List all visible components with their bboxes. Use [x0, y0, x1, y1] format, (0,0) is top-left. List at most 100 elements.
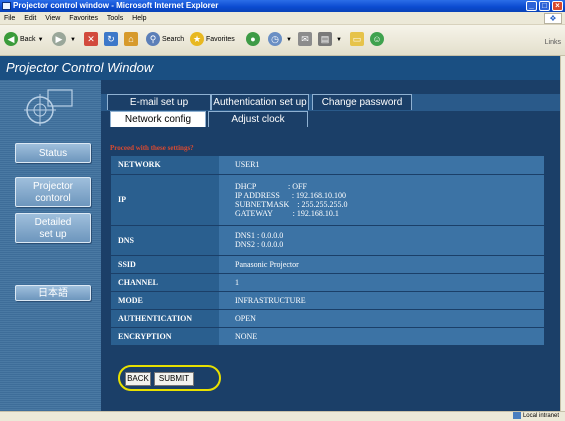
messenger-icon: ☺: [370, 32, 384, 47]
settings-value: NONE: [219, 327, 544, 346]
page-title: Projector Control Window: [6, 60, 154, 75]
page-header: Projector Control Window: [0, 56, 560, 80]
tab-change-password[interactable]: Change password: [312, 94, 412, 110]
settings-table: NETWORK USER1 IP DHCP : OFF IP ADDRESS : 192…: [111, 156, 544, 346]
folder-button[interactable]: ▭: [350, 31, 366, 49]
settings-value: DHCP : OFF IP ADDRESS : 192.168.10.100 SUB…: [219, 174, 544, 226]
tab-email-setup[interactable]: E-mail set up: [107, 94, 211, 110]
refresh-icon: ↻: [104, 32, 118, 47]
settings-key: SSID: [111, 255, 219, 274]
settings-key: AUTHENTICATION: [111, 309, 219, 328]
settings-value: INFRASTRUCTURE: [219, 291, 544, 310]
submit-button[interactable]: SUBMIT: [154, 372, 194, 386]
settings-row: DNS DNS1 : 0.0.0.0 DNS2 : 0.0.0.0: [111, 225, 544, 256]
settings-key: NETWORK: [111, 156, 219, 175]
settings-key: ENCRYPTION: [111, 327, 219, 346]
print-button[interactable]: ▤ ▼: [318, 31, 342, 49]
folder-icon: ▭: [350, 32, 364, 47]
favorites-button[interactable]: ★ Favorites: [190, 31, 235, 49]
menu-tools[interactable]: Tools: [107, 15, 123, 22]
settings-row: ENCRYPTION NONE: [111, 327, 544, 346]
back-arrow-icon: ◀: [4, 32, 18, 47]
settings-value: 1: [219, 273, 544, 292]
window-title: Projector control window - Microsoft Int…: [13, 1, 219, 10]
mail-icon: ✉: [298, 32, 312, 47]
star-icon: ★: [190, 32, 204, 47]
ie-app-icon: [2, 2, 11, 10]
language-button[interactable]: 日本語: [15, 285, 91, 301]
projector-logo-icon: [24, 89, 73, 126]
window-titlebar: Projector control window - Microsoft Int…: [0, 0, 565, 12]
status-button[interactable]: Status: [15, 143, 91, 163]
history-button[interactable]: ◷ ▼: [268, 31, 292, 49]
mail-button[interactable]: ✉: [298, 31, 314, 49]
intranet-icon: [512, 412, 521, 419]
windows-logo-icon: ❖: [544, 13, 562, 24]
settings-key: DNS: [111, 225, 219, 256]
settings-key: CHANNEL: [111, 273, 219, 292]
settings-value-line: 1: [235, 277, 239, 287]
settings-row: MODE INFRASTRUCTURE: [111, 291, 544, 310]
settings-value-line: USER1: [235, 160, 260, 170]
maximize-icon[interactable]: □: [539, 1, 550, 11]
settings-value-line: GATEWAY : 192.168.10.1: [235, 208, 339, 218]
settings-value: Panasonic Projector: [219, 255, 544, 274]
menu-view[interactable]: View: [45, 15, 60, 22]
settings-value: USER1: [219, 156, 544, 175]
links-label[interactable]: Links: [545, 39, 561, 46]
detailed-setup-button[interactable]: Detailed set up: [15, 213, 91, 243]
settings-value-line: DHCP : OFF: [235, 181, 307, 191]
menu-help[interactable]: Help: [132, 15, 146, 22]
refresh-button[interactable]: ↻: [104, 31, 120, 49]
tab-network-config[interactable]: Network config: [110, 111, 206, 127]
settings-value-line: IP ADDRESS : 192.168.10.100: [235, 190, 347, 200]
page-content: Status Projector contorol Detailed set u…: [0, 80, 560, 411]
settings-value-line: INFRASTRUCTURE: [235, 295, 306, 305]
confirm-warning: Proceed with these settings?: [110, 144, 194, 152]
settings-value-line: DNS2 : 0.0.0.0: [235, 240, 284, 249]
settings-value-line: DNS1 : 0.0.0.0: [235, 231, 284, 240]
settings-row: SSID Panasonic Projector: [111, 255, 544, 274]
search-icon: ⚲: [146, 32, 160, 47]
settings-value-line: SUBNETMASK : 255.255.255.0: [235, 199, 348, 209]
media-icon: ●: [246, 32, 260, 47]
settings-row: CHANNEL 1: [111, 273, 544, 292]
settings-value-line: Panasonic Projector: [235, 259, 299, 269]
settings-row: IP DHCP : OFF IP ADDRESS : 192.168.10.100 S…: [111, 174, 544, 226]
media-button[interactable]: ●: [246, 31, 262, 49]
home-icon: ⌂: [124, 32, 138, 47]
settings-value: OPEN: [219, 309, 544, 328]
tab-authentication-setup[interactable]: Authentication set up: [211, 94, 309, 110]
main-panel: E-mail set up Authentication set up Chan…: [101, 80, 560, 411]
menu-favorites[interactable]: Favorites: [69, 15, 98, 22]
menu-bar: File Edit View Favorites Tools Help ❖: [0, 12, 565, 25]
stop-icon: ✕: [84, 32, 98, 47]
settings-row: AUTHENTICATION OPEN: [111, 309, 544, 328]
forward-button[interactable]: ▶ ▼: [52, 31, 76, 49]
menu-file[interactable]: File: [4, 15, 15, 22]
menu-edit[interactable]: Edit: [24, 15, 36, 22]
settings-key: MODE: [111, 291, 219, 310]
settings-row: NETWORK USER1: [111, 156, 544, 175]
settings-key: IP: [111, 174, 219, 226]
back-form-button[interactable]: BACK: [125, 372, 151, 386]
browser-toolbar: ◀ Back ▼ ▶ ▼ ✕ ↻ ⌂ ⚲ Search ★ Favorites ● ◷ ▼ …: [0, 25, 565, 56]
forward-arrow-icon: ▶: [52, 32, 66, 47]
settings-value-line: OPEN: [235, 313, 256, 323]
settings-value-line: NONE: [235, 331, 258, 341]
status-bar: Local intranet: [0, 411, 565, 421]
messenger-button[interactable]: ☺: [370, 31, 386, 49]
sidebar: Status Projector contorol Detailed set u…: [0, 80, 101, 411]
close-icon[interactable]: ×: [552, 1, 563, 11]
home-button[interactable]: ⌂: [124, 31, 140, 49]
vertical-scrollbar[interactable]: [560, 56, 565, 411]
search-button[interactable]: ⚲ Search: [146, 31, 184, 49]
print-icon: ▤: [318, 32, 332, 47]
tab-adjust-clock[interactable]: Adjust clock: [208, 111, 308, 127]
settings-value: DNS1 : 0.0.0.0 DNS2 : 0.0.0.0: [219, 225, 544, 256]
projector-control-button[interactable]: Projector contorol: [15, 177, 91, 207]
submit-highlight: BACK SUBMIT: [118, 365, 221, 391]
minimize-icon[interactable]: _: [526, 1, 537, 11]
back-button[interactable]: ◀ Back ▼: [4, 31, 44, 49]
stop-button[interactable]: ✕: [84, 31, 100, 49]
